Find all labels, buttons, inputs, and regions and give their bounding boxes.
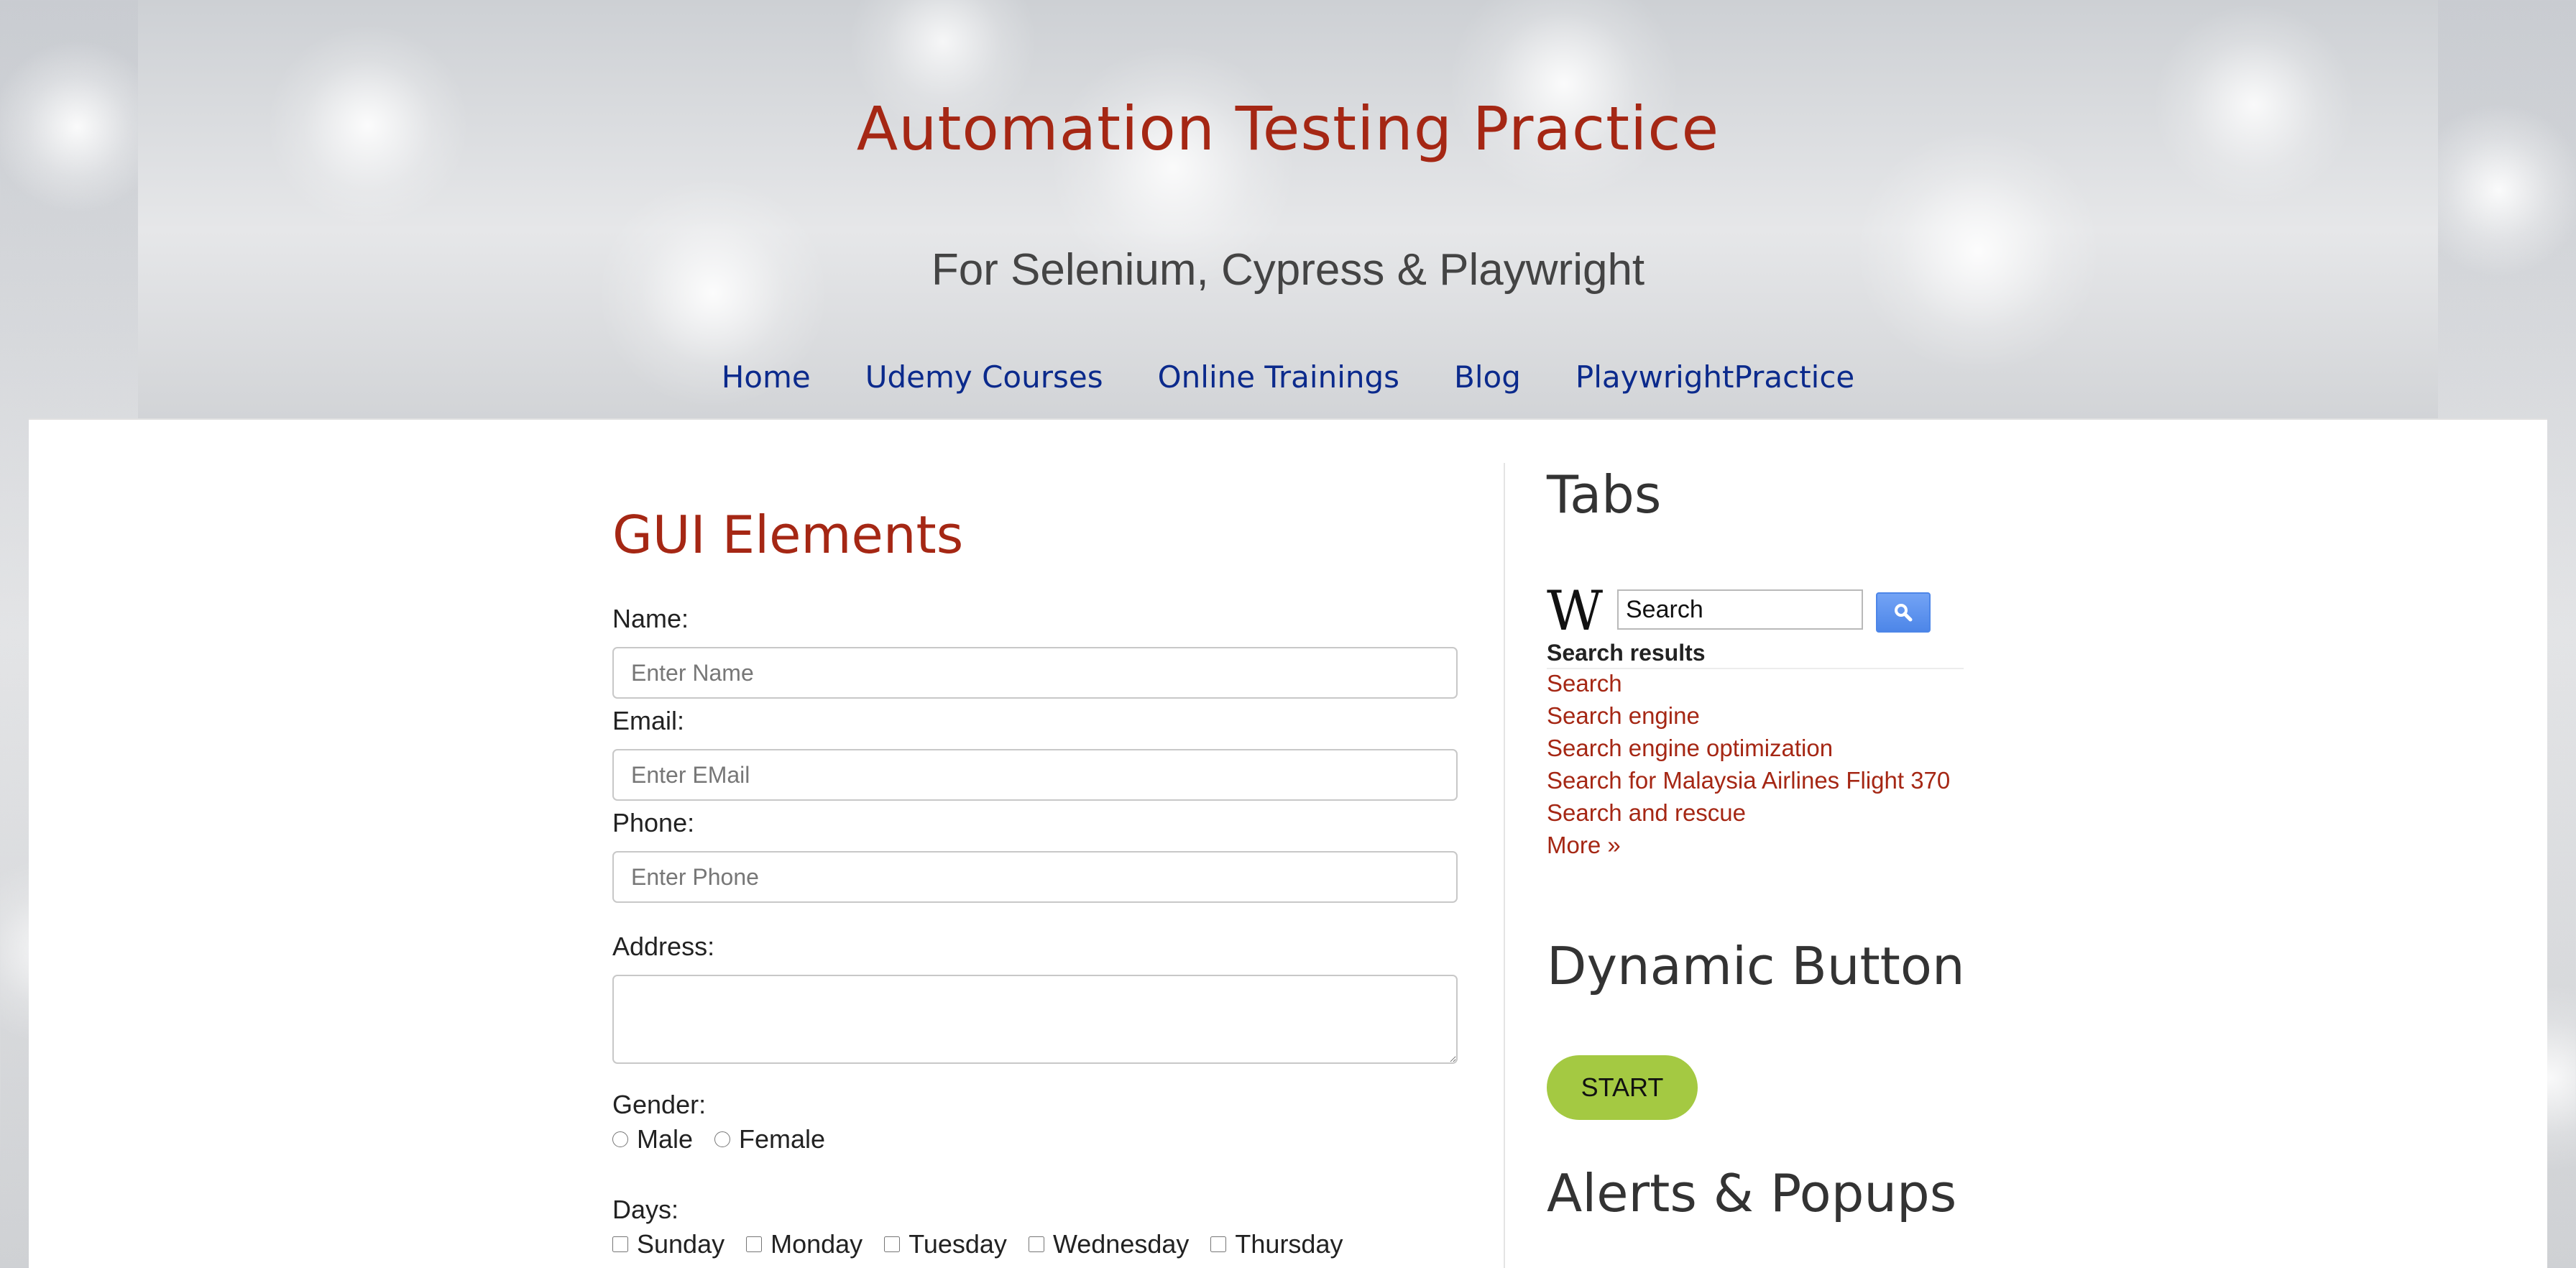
nav-udemy-courses[interactable]: Udemy Courses (865, 359, 1103, 395)
gender-female-radio[interactable] (714, 1131, 731, 1147)
gender-male-radio[interactable] (612, 1131, 628, 1147)
gender-male-label: Male (637, 1124, 694, 1154)
gender-male[interactable]: Male (612, 1124, 693, 1154)
day-thursday-label: Thursday (1235, 1229, 1343, 1259)
alerts-popups-title: Alerts & Popups (1547, 1163, 1957, 1223)
search-result-link[interactable]: Search (1547, 667, 1950, 699)
day-wednesday-label: Wednesday (1052, 1229, 1190, 1259)
search-results-heading: Search results (1547, 640, 1964, 669)
day-monday-label: Monday (770, 1229, 863, 1259)
search-result-link[interactable]: Search engine optimization (1547, 732, 1950, 764)
day-sunday-label: Sunday (637, 1229, 725, 1259)
wikipedia-logo-icon: W (1547, 579, 1603, 643)
phone-input[interactable] (612, 851, 1458, 903)
day-wednesday[interactable]: Wednesday (1028, 1229, 1190, 1259)
days-label: Days: (612, 1195, 679, 1224)
name-label: Name: (612, 604, 689, 633)
site-header: Automation Testing Practice For Selenium… (138, 0, 2438, 418)
phone-label: Phone: (612, 808, 695, 837)
email-input[interactable] (612, 749, 1458, 801)
day-monday[interactable]: Monday (746, 1229, 862, 1259)
nav-blog[interactable]: Blog (1454, 359, 1521, 395)
gender-female[interactable]: Female (714, 1124, 825, 1154)
gender-options: Male Female (612, 1124, 847, 1154)
gender-label: Gender: (612, 1090, 707, 1119)
gui-elements-title: GUI Elements (612, 505, 964, 565)
wikipedia-search-button[interactable] (1876, 592, 1931, 633)
search-results-list: Search Search engine Search engine optim… (1547, 667, 1950, 861)
day-monday-checkbox[interactable] (746, 1236, 763, 1252)
email-label: Email: (612, 706, 685, 735)
day-sunday[interactable]: Sunday (612, 1229, 724, 1259)
nav-playwright-practice[interactable]: PlaywrightPractice (1576, 359, 1854, 395)
dynamic-button-title: Dynamic Button (1547, 936, 1965, 996)
day-tuesday-checkbox[interactable] (884, 1236, 901, 1252)
day-tuesday-label: Tuesday (908, 1229, 1007, 1259)
site-subtitle: For Selenium, Cypress & Playwright (931, 245, 1645, 295)
search-results-more-link[interactable]: More » (1547, 829, 1950, 861)
column-divider (1504, 463, 1505, 1268)
address-textarea[interactable] (612, 975, 1458, 1064)
day-tuesday[interactable]: Tuesday (884, 1229, 1007, 1259)
address-label: Address: (612, 932, 715, 961)
day-wednesday-checkbox[interactable] (1028, 1236, 1044, 1252)
day-thursday[interactable]: Thursday (1210, 1229, 1343, 1259)
search-result-link[interactable]: Search for Malaysia Airlines Flight 370 (1547, 764, 1950, 796)
tabs-title: Tabs (1547, 464, 1662, 525)
search-result-link[interactable]: Search engine (1547, 699, 1950, 732)
day-thursday-checkbox[interactable] (1210, 1236, 1227, 1252)
wikipedia-search-input[interactable] (1617, 589, 1863, 630)
nav-online-trainings[interactable]: Online Trainings (1158, 359, 1399, 395)
gender-female-label: Female (739, 1124, 826, 1154)
day-sunday-checkbox[interactable] (612, 1236, 628, 1252)
start-button[interactable]: START (1547, 1055, 1698, 1120)
search-result-link[interactable]: Search and rescue (1547, 796, 1950, 829)
main-content: GUI Elements Name: Email: Phone: Address… (29, 418, 2547, 1268)
name-input[interactable] (612, 647, 1458, 699)
site-title: Automation Testing Practice (856, 93, 1720, 164)
magnifier-icon (1895, 604, 1913, 622)
days-options: Sunday Monday Tuesday Wednesday Thursday (612, 1229, 1364, 1259)
main-nav: Home Udemy Courses Online Trainings Blog… (138, 359, 2438, 395)
nav-home[interactable]: Home (722, 359, 811, 395)
